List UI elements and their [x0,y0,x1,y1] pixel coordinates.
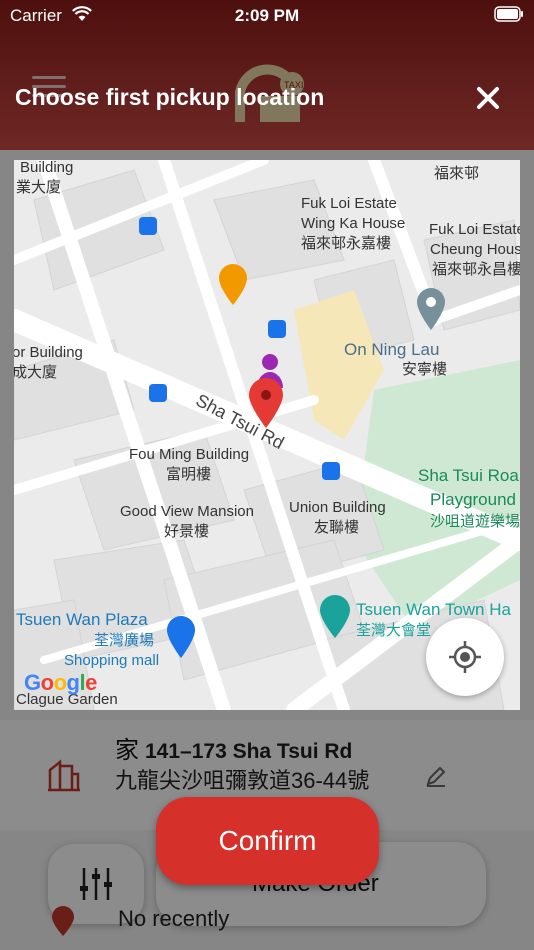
map-label: Tsuen Wan Town Ha [356,600,511,619]
map-label: 福來邨永嘉樓 [301,235,392,252]
map-label: Sha Tsui Roa [418,466,519,485]
map-label: 友聯樓 [314,519,360,536]
google-logo: Google [24,670,97,695]
status-bar: Carrier 2:09 PM [0,0,534,30]
status-time: 2:09 PM [234,6,300,25]
map-label: 沙咀道遊樂場 [430,513,520,530]
confirm-button[interactable]: Confirm [156,797,379,885]
battery-icon [494,6,523,22]
map-label: Wing Ka House [301,215,406,232]
map-label: Union Building [289,499,386,516]
close-icon[interactable] [472,82,504,114]
map-label: 富明樓 [166,466,212,483]
crosshair-icon [449,641,481,673]
map-label: Tsuen Wan Plaza [16,610,148,629]
place-title: 141–173 Sha Tsui Rd [145,740,353,763]
map-label: 福來邨 [434,165,480,182]
map-label: 福來邨永昌樓 [432,261,520,278]
map-label: Fou Ming Building [129,446,250,463]
map-label: Building [20,160,74,176]
map-label: Good View Mansion [120,503,254,520]
my-location-button[interactable] [426,618,504,696]
map-label: 安寧樓 [402,361,448,378]
map-label: 荃灣廣場 [94,632,155,649]
map-label: Shopping mall [64,652,160,669]
map-label: Fuk Loi Estate [301,195,397,212]
map-label: 成大廈 [14,364,58,381]
map-label: 好景樓 [164,523,210,540]
map-label: On Ning Lau [344,340,440,359]
map-view[interactable]: Building 業大廈 福來邨 Fuk Loi Estate Wing Ka … [14,160,520,710]
map-label: Fuk Loi Estate Wi [429,221,520,238]
map-label: 荃灣大會堂 [356,622,432,639]
map-label: or Building [14,344,83,361]
map-label: 業大廈 [16,179,62,196]
map-label: Playground [430,490,517,509]
map-label: Cheung Hous [430,241,520,258]
modal-title: Choose first pickup location [15,84,325,110]
